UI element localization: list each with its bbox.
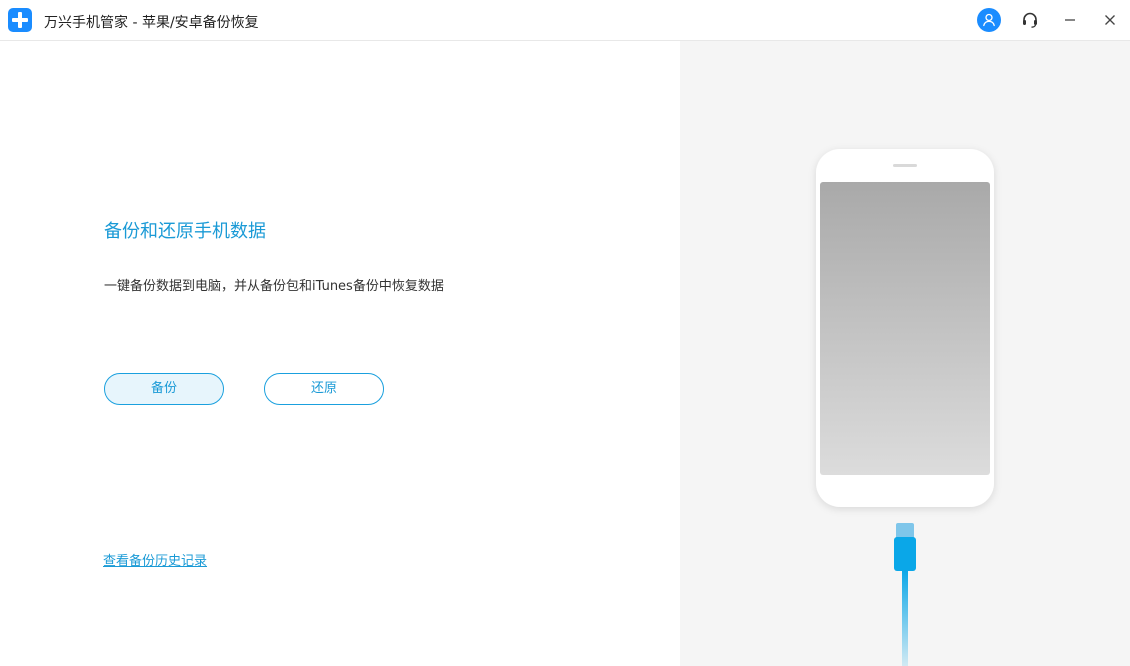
phone-cable-illustration (816, 149, 994, 666)
app-title: 万兴手机管家 - 苹果/安卓备份恢复 (44, 15, 259, 31)
close-icon (1105, 15, 1115, 25)
illustration-panel (680, 41, 1130, 666)
user-icon (983, 13, 995, 27)
restore-button[interactable]: 还原 (264, 373, 384, 405)
main-content-panel: 备份和还原手机数据 一键备份数据到电脑，并从备份包和iTunes备份中恢复数据 … (0, 41, 680, 666)
phone-screen (820, 182, 990, 475)
cable-connector (894, 537, 916, 571)
phone-speaker (893, 164, 917, 167)
support-button[interactable] (1018, 8, 1042, 32)
cable-wire (902, 570, 908, 666)
headset-icon (1023, 12, 1037, 28)
minimize-button[interactable] (1058, 8, 1082, 32)
page-heading: 备份和还原手机数据 (104, 221, 266, 242)
app-logo-icon (8, 8, 32, 32)
title-bar: 万兴手机管家 - 苹果/安卓备份恢复 (0, 0, 1130, 41)
cable-plug-tip (896, 523, 914, 539)
backup-button[interactable]: 备份 (104, 373, 224, 405)
minimize-icon (1065, 19, 1075, 21)
phone-icon (816, 149, 994, 507)
account-button[interactable] (977, 8, 1001, 32)
backup-history-link[interactable]: 查看备份历史记录 (103, 550, 207, 569)
usb-cable-icon (894, 523, 916, 666)
close-button[interactable] (1098, 8, 1122, 32)
page-description: 一键备份数据到电脑，并从备份包和iTunes备份中恢复数据 (104, 279, 444, 294)
